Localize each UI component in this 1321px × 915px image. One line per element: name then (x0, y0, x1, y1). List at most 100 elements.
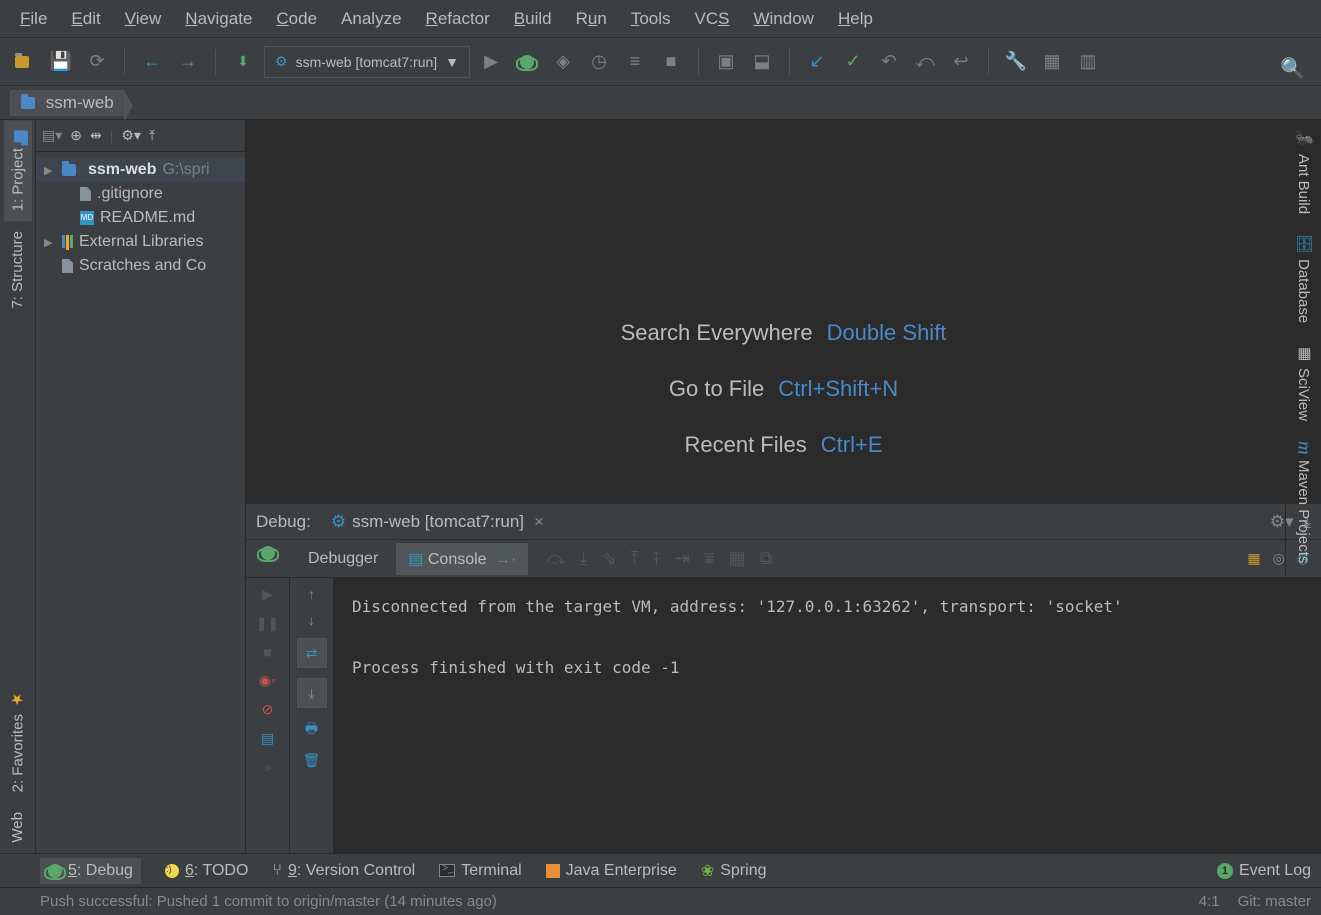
menu-view[interactable]: View (113, 5, 174, 33)
more-icon[interactable]: » (264, 759, 272, 775)
calculator-icon[interactable]: ▦ (729, 548, 746, 569)
pin-icon[interactable]: →· (495, 551, 516, 568)
run-button[interactable]: ▶ (476, 47, 506, 77)
profile-icon[interactable]: ◷ (584, 47, 614, 77)
build-icon[interactable]: ⬇ (228, 47, 258, 77)
forward-icon[interactable]: → (173, 47, 203, 77)
console-tab[interactable]: ▤ Console →· (396, 543, 528, 575)
tab-structure[interactable]: 7: Structure (5, 221, 30, 319)
menu-navigate[interactable]: Navigate (173, 5, 264, 33)
clear-icon[interactable]: 🗑 (303, 752, 321, 769)
debug-session-tab[interactable]: ⚙ ssm-web [tomcat7:run] × (323, 508, 552, 536)
stop-icon[interactable]: ■ (263, 644, 271, 660)
resume-icon[interactable]: ▶ (262, 586, 273, 603)
git-branch[interactable]: Git: master (1238, 893, 1311, 910)
attach-icon[interactable]: ≡ (620, 47, 650, 77)
layout2-icon[interactable]: ⬓ (747, 47, 777, 77)
tree-project-root[interactable]: ▶ ssm-web G:\spri (36, 158, 245, 182)
tab-database[interactable]: 🗄Database (1291, 224, 1317, 333)
menu-file[interactable]: FFileile (8, 5, 59, 33)
menu-vcs[interactable]: VCS (683, 5, 742, 33)
settings-icon[interactable]: ◎ (1273, 550, 1285, 567)
sync-icon[interactable]: ⟳ (82, 47, 112, 77)
back-icon[interactable]: ← (137, 47, 167, 77)
soft-wrap-icon[interactable]: ⇄ (297, 638, 327, 668)
up-icon[interactable]: ↑ (308, 586, 315, 602)
tab-java-enterprise[interactable]: Java Enterprise (546, 862, 677, 880)
run-config-selector[interactable]: ⚙ ssm-web [tomcat7:run] ▼ (264, 46, 470, 78)
menu-edit[interactable]: Edit (59, 5, 112, 33)
save-all-icon[interactable]: 💾 (46, 47, 76, 77)
tab-web[interactable]: Web (5, 802, 30, 853)
down-icon[interactable]: ↓ (308, 612, 315, 628)
status-message: Push successful: Pushed 1 commit to orig… (40, 893, 497, 910)
tree-external-libraries[interactable]: ▶ External Libraries (36, 230, 245, 254)
tab-spring[interactable]: ❀ Spring (701, 861, 767, 881)
breakpoints-icon[interactable]: ◉◦ (259, 672, 276, 689)
tab-terminal[interactable]: Terminal (439, 862, 521, 880)
step-out-icon[interactable]: ⤒ (631, 548, 639, 569)
tab-sciview[interactable]: ▦SciView (1291, 334, 1317, 431)
vcs-update-icon[interactable]: ↙ (802, 47, 832, 77)
menu-run[interactable]: Run (564, 5, 619, 33)
stop-icon[interactable]: ■ (656, 47, 686, 77)
tab-maven[interactable]: mMaven Projects (1289, 431, 1319, 574)
menu-analyze[interactable]: Analyze (329, 5, 413, 33)
rerun-debug-icon[interactable] (261, 546, 275, 563)
structure-icon[interactable]: ▦ (1037, 47, 1067, 77)
coverage-icon[interactable]: ◈ (548, 47, 578, 77)
expand-icon[interactable]: ▶ (44, 164, 56, 177)
sdk-icon[interactable]: ▥ (1073, 47, 1103, 77)
tree-file-readme[interactable]: MD README.md (36, 206, 245, 230)
caret-position[interactable]: 4:1 (1199, 893, 1220, 910)
menu-window[interactable]: Window (741, 5, 825, 33)
open-icon[interactable] (10, 47, 40, 77)
scroll-end-icon[interactable]: ⤓ (297, 678, 327, 708)
step-over-icon[interactable]: ⤼ (546, 548, 565, 569)
tab-event-log[interactable]: 1 Event Log (1217, 862, 1311, 880)
console-output[interactable]: Disconnected from the target VM, address… (334, 578, 1321, 853)
gear-icon[interactable]: ⚙▾ (121, 127, 141, 144)
hide-icon[interactable]: ⤒ (149, 127, 155, 144)
search-everywhere-icon[interactable]: 🔍 (1280, 56, 1305, 81)
run-to-cursor-icon[interactable]: ⇥ (675, 548, 690, 569)
tab-todo[interactable]: 6: TODO (165, 862, 248, 880)
vcs-revert-icon[interactable]: ⤺ (910, 47, 940, 77)
menu-build[interactable]: Build (502, 5, 564, 33)
tab-favorites[interactable]: 2: Favorites ★ (5, 680, 31, 802)
scroll-to-icon[interactable]: ⊕ (70, 127, 82, 144)
scratch-icon (62, 259, 73, 273)
debugger-tab[interactable]: Debugger (296, 544, 390, 574)
debug-button[interactable] (512, 47, 542, 77)
tab-ant-build[interactable]: 🐜Ant Build (1291, 120, 1317, 224)
vcs-commit-icon[interactable]: ✓ (838, 47, 868, 77)
step-into-icon[interactable]: ⤓ (580, 548, 588, 569)
restore-layout-icon[interactable]: ▤ (261, 730, 274, 747)
menu-tools[interactable]: Tools (619, 5, 683, 33)
undo-icon[interactable]: ↩ (946, 47, 976, 77)
force-step-icon[interactable]: ⇘ (602, 548, 617, 569)
settings-icon[interactable]: 🔧 (1001, 47, 1031, 77)
print-icon[interactable]: 🖶 (305, 718, 318, 742)
breadcrumb-root[interactable]: ssm-web (10, 90, 125, 116)
expand-icon[interactable]: ▶ (44, 236, 56, 249)
layout-icon[interactable]: ▣ (711, 47, 741, 77)
tree-scratches[interactable]: Scratches and Co (36, 254, 245, 278)
tree-file-gitignore[interactable]: .gitignore (36, 182, 245, 206)
vcs-history-icon[interactable]: ↶ (874, 47, 904, 77)
evaluate-icon[interactable]: ⩸ (704, 548, 715, 569)
menu-code[interactable]: Code (264, 5, 329, 33)
menu-help[interactable]: Help (826, 5, 885, 33)
tab-version-control[interactable]: ⑂ 9: Version Control (272, 862, 415, 880)
tab-debug[interactable]: 5: Debug (40, 858, 141, 884)
close-icon[interactable]: × (534, 512, 544, 532)
trace-icon[interactable]: ⧉ (760, 548, 773, 569)
menu-refactor[interactable]: Refactor (414, 5, 502, 33)
collapse-icon[interactable]: ⇹ (90, 127, 102, 144)
tab-project[interactable]: 1: Project (4, 120, 32, 221)
pause-icon[interactable]: ❚❚ (256, 615, 279, 632)
mute-bp-icon[interactable]: ⊘ (262, 701, 274, 718)
project-view-select[interactable]: ▤▾ (42, 127, 62, 144)
drop-frame-icon[interactable]: ⤉ (653, 548, 661, 569)
thread-dump-icon[interactable]: ▦ (1247, 550, 1260, 567)
